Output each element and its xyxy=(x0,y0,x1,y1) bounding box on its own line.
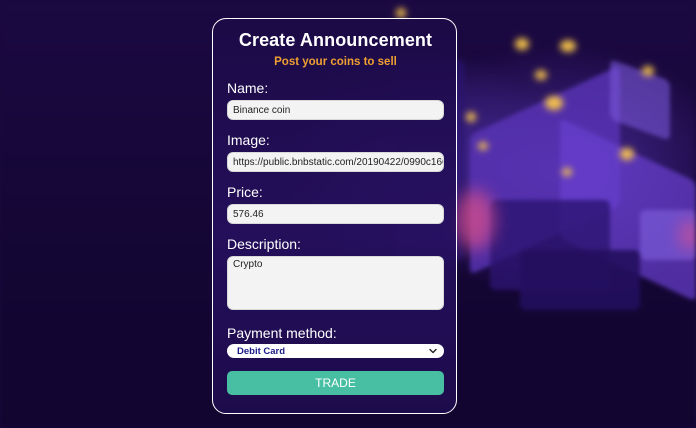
name-input[interactable]: Binance coin xyxy=(227,100,444,120)
form-subtitle: Post your coins to sell xyxy=(274,56,397,68)
image-url-input[interactable]: https://public.bnbstatic.com/20190422/09… xyxy=(227,152,444,172)
name-label: Name: xyxy=(227,80,269,96)
description-label: Description: xyxy=(227,236,301,252)
chevron-down-icon xyxy=(429,348,437,354)
payment-method-label: Payment method: xyxy=(227,325,337,341)
price-label: Price: xyxy=(227,184,263,200)
description-textarea[interactable]: Crypto xyxy=(227,256,444,310)
payment-method-value: Debit Card xyxy=(237,345,286,357)
form-title: Create Announcement xyxy=(238,30,433,50)
announcement-form: Create Announcement Post your coins to s… xyxy=(212,18,457,414)
payment-method-select[interactable]: Debit Card xyxy=(227,344,444,358)
image-label: Image: xyxy=(227,132,270,148)
price-input[interactable]: 576.46 xyxy=(227,204,444,224)
trade-button[interactable]: TRADE xyxy=(227,371,444,395)
